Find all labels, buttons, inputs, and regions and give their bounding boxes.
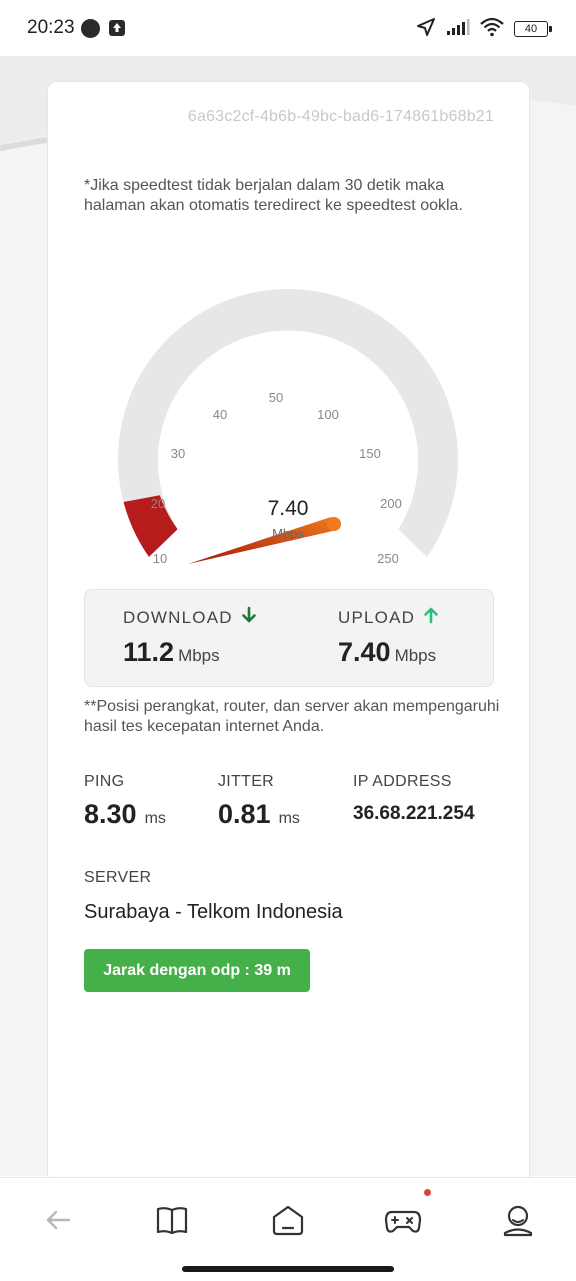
tick-250: 250 [377, 551, 399, 566]
gamepad-icon [384, 1210, 422, 1233]
gauge-unit: Mbps [272, 526, 304, 541]
redirect-note: *Jika speedtest tidak berjalan dalam 30 … [84, 177, 463, 214]
upload-result: UPLOAD 7.40 Mbps [338, 606, 542, 668]
upload-value: 7.40 [338, 637, 391, 667]
jitter-unit: ms [278, 810, 300, 827]
profile-button[interactable] [498, 1200, 538, 1240]
position-note: **Posisi perangkat, router, dan server a… [84, 698, 500, 735]
notification-dot-icon [81, 19, 100, 38]
tick-200: 200 [380, 496, 402, 511]
back-button[interactable] [38, 1200, 78, 1240]
battery-icon: 40 [514, 21, 552, 37]
arrow-down-icon [241, 606, 257, 629]
download-result: DOWNLOAD 11.2 Mbps [123, 606, 327, 668]
server-label: SERVER [84, 869, 152, 886]
session-id: 6a63c2cf-4b6b-49bc-bad6-174861b68b21 [187, 108, 494, 125]
ip-metric: IP ADDRESS 36.68.221.254 [353, 773, 475, 825]
tick-10: 10 [153, 551, 167, 566]
speed-gauge: 0 10 20 30 40 50 100 150 200 250 300 7.4… [108, 262, 468, 592]
jitter-label: JITTER [218, 773, 275, 790]
book-icon [156, 1207, 188, 1235]
signal-icon [446, 18, 470, 41]
jitter-metric: JITTER 0.81 ms [218, 773, 300, 830]
ping-value: 8.30 [84, 799, 137, 829]
home-button[interactable] [268, 1200, 308, 1240]
home-icon [272, 1205, 304, 1236]
games-button[interactable] [383, 1189, 431, 1240]
back-arrow-icon [46, 1210, 71, 1230]
status-icons: 40 [416, 17, 552, 42]
ping-label: PING [84, 773, 125, 790]
bookmarks-button[interactable] [152, 1200, 192, 1240]
tick-40: 40 [213, 407, 227, 422]
jitter-value: 0.81 [218, 799, 271, 829]
bottom-navigation [0, 1177, 576, 1281]
download-unit: Mbps [178, 646, 220, 665]
upload-notification-icon [109, 20, 125, 36]
tick-100: 100 [317, 407, 339, 422]
arrow-up-icon [423, 606, 439, 629]
home-indicator[interactable] [182, 1266, 394, 1272]
status-time: 20:23 [27, 17, 75, 38]
server-value: Surabaya - Telkom Indonesia [84, 901, 343, 923]
location-icon [416, 17, 436, 42]
download-value: 11.2 [123, 637, 175, 667]
tick-50: 50 [269, 390, 283, 405]
profile-icon [503, 1205, 533, 1237]
tick-20: 20 [151, 496, 165, 511]
tick-30: 30 [171, 446, 185, 461]
tick-150: 150 [359, 446, 381, 461]
upload-label: UPLOAD [338, 607, 416, 627]
ip-label: IP ADDRESS [353, 773, 452, 790]
speed-results-box: DOWNLOAD 11.2 Mbps UPLOAD 7.40 Mbps [84, 589, 494, 687]
notification-badge [424, 1189, 431, 1196]
upload-unit: Mbps [394, 646, 437, 665]
odp-distance-badge: Jarak dengan odp : 39 m [84, 949, 310, 992]
ip-value: 36.68.221.254 [353, 803, 475, 824]
status-bar: 20:23 40 [0, 0, 576, 56]
gauge-value: 7.40 [267, 497, 309, 520]
ping-unit: ms [144, 810, 166, 827]
download-label: DOWNLOAD [123, 607, 233, 627]
speedtest-card: 6a63c2cf-4b6b-49bc-bad6-174861b68b21 *Ji… [47, 81, 530, 1183]
ping-metric: PING 8.30 ms [84, 773, 166, 830]
wifi-icon [480, 17, 504, 42]
